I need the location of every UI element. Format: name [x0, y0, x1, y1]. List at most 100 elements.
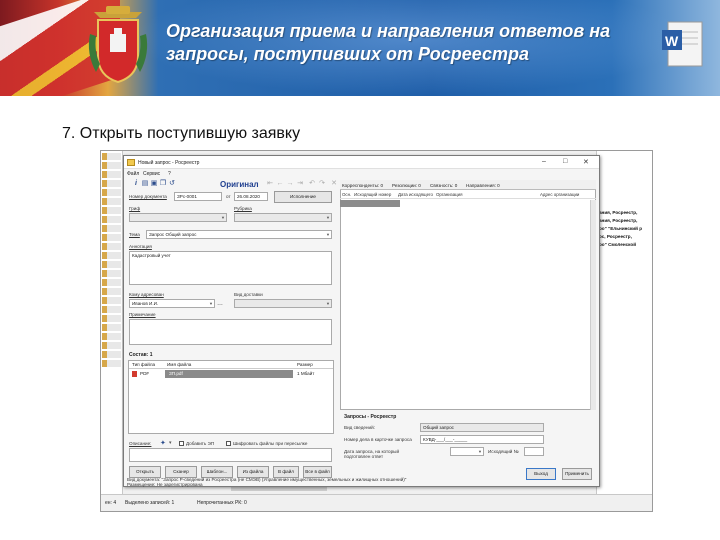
chevron-down-icon[interactable]: ▾: [169, 440, 172, 446]
signature-icon[interactable]: ✦: [160, 439, 166, 447]
col-out-number: Исходящий номер: [354, 192, 392, 197]
more-icon[interactable]: …: [217, 301, 223, 307]
tab-correspondents[interactable]: Корреспонденты: 0: [342, 183, 383, 188]
step-instruction: 7. Открыть поступившую заявку: [62, 125, 301, 142]
selected-row-highlight: [340, 200, 400, 207]
execution-button[interactable]: Исполнение: [274, 191, 332, 203]
status-count: ен: 4: [105, 500, 117, 506]
outgoing-number-field[interactable]: [524, 447, 544, 456]
topic-select[interactable]: Запрос Общий запрос ▼: [146, 230, 332, 239]
nav-last-icon[interactable]: ⇥: [296, 180, 304, 188]
vertical-scrollbar[interactable]: [590, 200, 596, 410]
correspondents-grid[interactable]: [340, 180, 596, 410]
note-label: Примечание: [129, 312, 156, 317]
addressee-value: Иванов И.И.: [132, 301, 159, 306]
dialog-titlebar: Новый запрос - Росреестр – □ ✕: [124, 156, 599, 169]
add-ep-label: Добавить ЭП: [186, 441, 215, 446]
delete-icon[interactable]: ✕: [330, 180, 338, 188]
composition-title: Состав: 1: [129, 352, 153, 358]
list-item[interactable]: ро" "Ельнинский р: [599, 225, 650, 233]
rosreestr-panel: Запросы - Росреестр Вид сведений: Общий …: [340, 412, 596, 484]
table-row[interactable]: PDF ЗП.pdf 1 Мбайт: [129, 370, 333, 378]
encrypt-checkbox[interactable]: [226, 441, 231, 446]
topic-label: Тема: [129, 232, 140, 237]
coat-of-arms-icon: [88, 6, 148, 84]
request-date-field[interactable]: ▼: [450, 447, 484, 456]
slide-title: Организация приема и направления ответов…: [166, 21, 611, 64]
print-icon[interactable]: ▤: [141, 180, 149, 188]
tab-directions[interactable]: Направления: 0: [466, 183, 500, 188]
forward-icon[interactable]: ↷: [318, 180, 326, 188]
list-item[interactable]: ос, Росреестр,: [599, 233, 650, 241]
date-field[interactable]: 26.08.2020: [234, 192, 268, 201]
files-header: Тип файла Имя файла Размер: [129, 361, 333, 369]
save-icon[interactable]: ▣: [150, 180, 158, 188]
col-org-address: Адрес организации: [540, 192, 580, 197]
menu-help[interactable]: ?: [168, 171, 171, 177]
app-screenshot: ания, Росреестр, ания, Росреестр, ро" "Е…: [100, 150, 653, 512]
encrypt-label: Шифровать файлы при пересылке: [233, 441, 308, 446]
registration-text: Размещение: Не зарегистрирована: [127, 482, 203, 487]
delivery-select[interactable]: ▼: [234, 299, 332, 308]
description-field[interactable]: [129, 448, 332, 462]
right-list-panel[interactable]: ания, Росреестр, ания, Росреестр, ро" "Е…: [596, 151, 652, 496]
minimize-icon[interactable]: –: [542, 158, 546, 165]
chevron-down-icon: ▼: [221, 215, 225, 220]
toolbar: i ▤ ▣ ❐ ↺ Оригинал ⇤ ← → ⇥ ↶ ↷ ✕: [126, 179, 362, 191]
annotation-textarea[interactable]: Кадастровый учет: [129, 251, 332, 285]
pdf-icon: [132, 371, 137, 377]
info-kind-label: Вид сведений:: [344, 425, 375, 430]
new-request-dialog: Новый запрос - Росреестр – □ ✕ Файл Серв…: [123, 155, 600, 487]
apply-button[interactable]: Применить: [562, 468, 592, 480]
col-main: Осн.: [342, 192, 352, 197]
copy-icon[interactable]: ❐: [159, 180, 167, 188]
file-size: 1 Мбайт: [297, 371, 315, 376]
list-item[interactable]: ро" Смоленской: [599, 241, 650, 249]
rubric-select[interactable]: ▼: [234, 213, 332, 222]
nav-prev-icon[interactable]: ←: [276, 180, 284, 188]
tab-resolutions[interactable]: Резолюции: 0: [392, 183, 421, 188]
note-textarea[interactable]: [129, 319, 332, 345]
chevron-down-icon: ▼: [326, 232, 330, 237]
addressee-select[interactable]: Иванов И.И. ▼: [129, 299, 215, 308]
grid-header: Осн. Исходящий номер Дата исходящего Орг…: [340, 191, 596, 199]
case-number-field[interactable]: КУВД-___/___-_____: [420, 435, 544, 444]
left-tree-panel[interactable]: [101, 151, 123, 496]
list-item[interactable]: ания, Росреестр,: [599, 217, 650, 225]
status-bar: ен: 4 Выделено записей: 1 Непрочитанных …: [101, 494, 652, 511]
col-file-name: Имя файла: [167, 362, 192, 367]
nav-first-icon[interactable]: ⇤: [266, 180, 274, 188]
reg-number-label: Номер документа: [129, 194, 167, 199]
back-icon[interactable]: ↶: [308, 180, 316, 188]
type-select[interactable]: ▼: [129, 213, 227, 222]
exit-button[interactable]: Выход: [526, 468, 556, 480]
case-number-label: Номер дела в карточке запроса: [344, 437, 412, 442]
chevron-down-icon: ▼: [209, 301, 213, 306]
status-selected: Выделено записей: 1: [125, 500, 175, 506]
type-label: Гриф: [129, 206, 141, 211]
outgoing-number-label: Исходящий №: [488, 449, 519, 454]
chevron-down-icon: ▼: [326, 215, 330, 220]
list-item[interactable]: ания, Росреестр,: [599, 209, 650, 217]
rubric-label: Рубрика: [234, 206, 252, 211]
delivery-label: Вид доставки: [234, 292, 263, 297]
description-label: Описание:: [129, 441, 152, 446]
file-type: PDF: [140, 371, 150, 376]
menu-service[interactable]: Сервис: [143, 171, 160, 177]
col-file-type: Тип файла: [132, 362, 156, 367]
info-kind-field[interactable]: Общий запрос: [420, 423, 544, 432]
svg-text:W: W: [665, 33, 679, 49]
tab-links[interactable]: Связность: 0: [430, 183, 457, 188]
col-organization: Организация: [436, 192, 463, 197]
add-ep-checkbox[interactable]: [179, 441, 184, 446]
close-icon[interactable]: ✕: [583, 158, 589, 166]
reg-number-field[interactable]: ЗРс-0001: [174, 192, 222, 201]
menu-bar: Файл Сервис ?: [124, 169, 599, 178]
link-icon[interactable]: ↺: [168, 180, 176, 188]
addressee-label: Кому адресован: [129, 292, 164, 297]
files-table: Тип файла Имя файла Размер PDF ЗП.pdf 1 …: [128, 360, 334, 434]
menu-file[interactable]: Файл: [127, 171, 139, 177]
maximize-icon[interactable]: □: [563, 158, 567, 165]
info-icon[interactable]: i: [132, 180, 140, 188]
nav-next-icon[interactable]: →: [286, 180, 294, 188]
